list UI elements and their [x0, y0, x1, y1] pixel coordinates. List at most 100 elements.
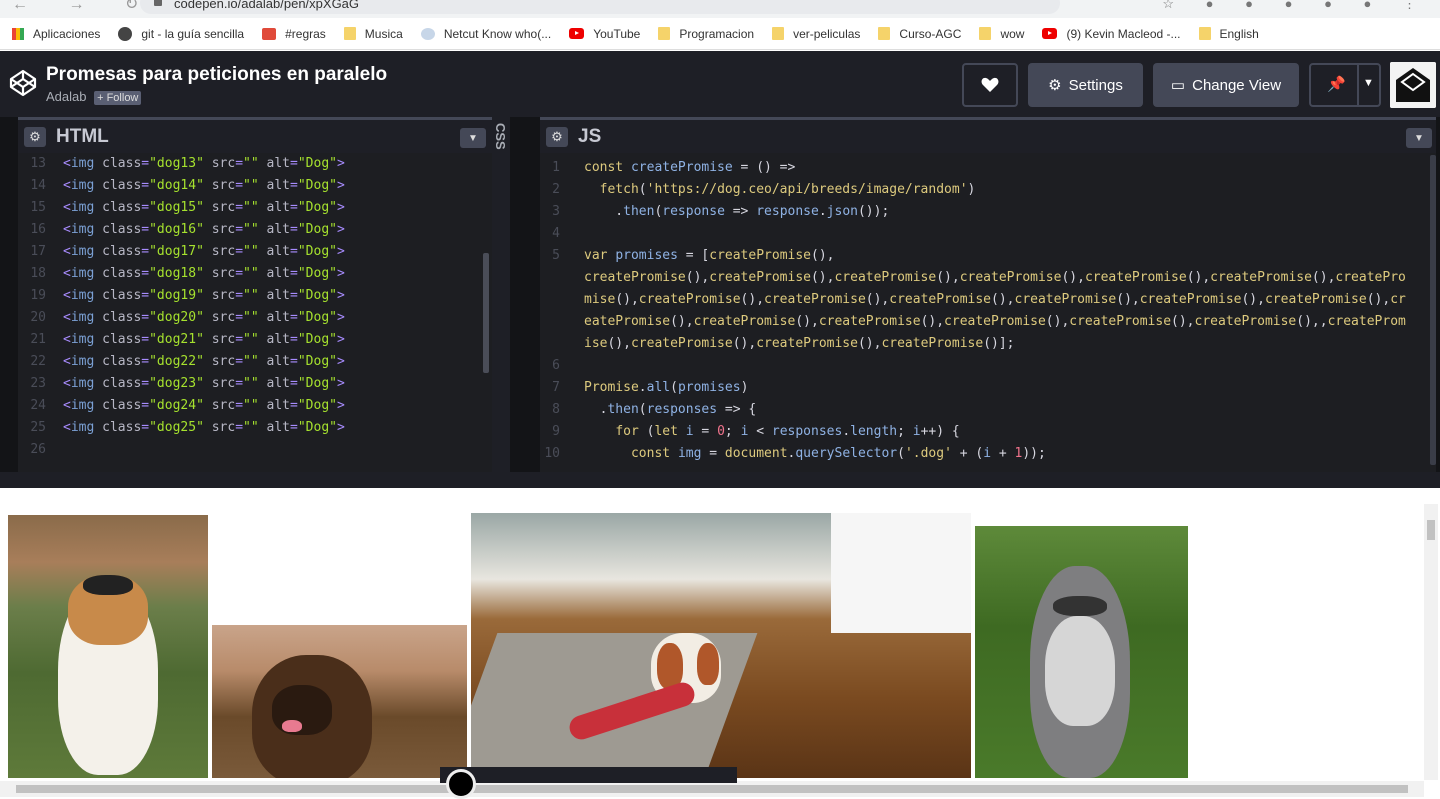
bookmark-item[interactable]: English — [1198, 27, 1259, 41]
js-settings-gear-icon[interactable]: ⚙ — [546, 126, 568, 147]
address-bar[interactable]: codepen.io/adalab/pen/xpXGaG — [140, 0, 1060, 14]
yt-icon — [569, 28, 585, 39]
vertical-scroll-thumb[interactable] — [1427, 520, 1435, 540]
code-line: 10 const img = document.querySelector('.… — [540, 443, 1436, 465]
bookmark-item[interactable]: (9) Kevin Macleod -... — [1042, 27, 1181, 41]
line-number: 24 — [30, 398, 46, 413]
line-number: 25 — [30, 420, 46, 435]
css-editor-collapsed-tab[interactable]: CSS — [492, 117, 510, 472]
heart-button[interactable] — [962, 63, 1018, 107]
bookmark-item[interactable]: #regras — [262, 27, 326, 41]
code-line: 3 .then(response => response.json()); — [540, 201, 1436, 223]
extension-icons[interactable]: ☆ ● ● ● ● ● ⋮ — [1162, 0, 1430, 12]
pin-button[interactable]: 📌 ▼ — [1309, 63, 1381, 107]
code-text: <img class="dog20" src="" alt="Dog"> — [63, 310, 345, 325]
cal-icon — [262, 27, 277, 40]
bookmark-label: wow — [1000, 26, 1025, 41]
line-number: 2 — [552, 182, 560, 197]
folder-icon — [343, 27, 356, 40]
code-text: <img class="dog17" src="" alt="Dog"> — [63, 244, 345, 259]
floating-toolbar[interactable] — [440, 767, 737, 799]
bookmark-item[interactable]: ver-peliculas — [772, 27, 860, 41]
bookmark-label: Curso-AGC — [899, 26, 962, 41]
html-collapse-chevron-icon[interactable]: ▼ — [460, 128, 486, 148]
lock-icon — [154, 0, 162, 6]
line-number: 20 — [30, 310, 46, 325]
line-number: 1 — [552, 160, 560, 175]
line-number: 8 — [552, 402, 560, 417]
bookmark-item[interactable]: wow — [979, 27, 1024, 41]
bookmark-item[interactable]: git - la guía sencilla — [118, 26, 244, 41]
bookmark-item[interactable]: Aplicaciones — [12, 27, 100, 41]
code-line: 16 <img class="dog16" src="" alt="Dog"> — [18, 219, 492, 241]
follow-button[interactable]: + Follow — [94, 91, 142, 105]
line-number: 17 — [30, 244, 46, 259]
line-number: 26 — [30, 442, 46, 457]
code-text: <img class="dog15" src="" alt="Dog"> — [63, 200, 345, 215]
preview-vertical-scrollbar[interactable] — [1424, 504, 1438, 780]
codepen-logo-icon[interactable] — [8, 68, 38, 98]
code-line: 20 <img class="dog20" src="" alt="Dog"> — [18, 307, 492, 329]
change-view-label: Change View — [1192, 76, 1282, 94]
bookmark-item[interactable]: Netcut Know who(... — [420, 26, 552, 41]
code-line: 5 var promises = [createPromise(), — [540, 245, 1436, 267]
pin-divider — [1357, 65, 1359, 105]
settings-button[interactable]: ⚙ Settings — [1028, 63, 1143, 107]
preview-horizontal-scrollbar[interactable] — [0, 781, 1424, 797]
bookmark-item[interactable]: Programacion — [658, 27, 754, 41]
bookmark-item[interactable]: Musica — [343, 26, 403, 41]
js-code-editor[interactable]: 1 const createPromise = () => 2 fetch('htt… — [540, 153, 1436, 472]
code-line: 7 Promise.all(promises) — [540, 377, 1436, 399]
bookmark-label: #regras — [285, 26, 326, 41]
folder-icon — [772, 27, 785, 40]
pin-icon: 📌 — [1327, 76, 1346, 93]
code-line: 8 .then(responses => { — [540, 399, 1436, 421]
code-text: <img class="dog21" src="" alt="Dog"> — [63, 332, 345, 347]
bookmark-label: Musica — [364, 26, 403, 41]
code-text: <img class="dog18" src="" alt="Dog"> — [63, 266, 345, 281]
user-avatar[interactable] — [1390, 62, 1436, 108]
html-settings-gear-icon[interactable]: ⚙ — [24, 126, 46, 147]
code-line: 14 <img class="dog14" src="" alt="Dog"> — [18, 175, 492, 197]
change-view-button[interactable]: ▭ Change View — [1153, 63, 1299, 107]
code-text: <img class="dog16" src="" alt="Dog"> — [63, 222, 345, 237]
codepen-header: Promesas para peticiones en paralelo Ada… — [0, 51, 1440, 117]
code-line: 18 <img class="dog18" src="" alt="Dog"> — [18, 263, 492, 285]
line-number: 6 — [552, 358, 560, 373]
bookmark-label: Netcut Know who(... — [443, 26, 552, 41]
html-code-editor[interactable]: 13 <img class="dog13" src="" alt="Dog"> 14… — [18, 153, 492, 472]
bookmark-item[interactable]: Curso-AGC — [878, 27, 961, 41]
code-line: createPromise(),createPromise(),createPr… — [540, 267, 1436, 289]
dog-image-2 — [212, 625, 467, 778]
code-text: <img class="dog19" src="" alt="Dog"> — [63, 288, 345, 303]
bookmark-item[interactable]: YouTube — [569, 27, 640, 41]
horizontal-scroll-thumb[interactable] — [16, 785, 1408, 793]
code-text: mise(),createPromise(),createPromise(),c… — [584, 292, 1406, 307]
author-name[interactable]: Adalab — [46, 89, 86, 104]
editor-resizer[interactable] — [510, 117, 540, 472]
line-number: 19 — [30, 288, 46, 303]
js-collapse-chevron-icon[interactable]: ▼ — [1406, 128, 1432, 148]
left-gutter — [0, 117, 18, 472]
gear-icon: ⚙ — [1048, 77, 1062, 94]
code-text: .then(responses => { — [584, 402, 757, 417]
bookmarks-bar: Aplicaciones git - la guía sencilla #regra… — [0, 18, 1440, 50]
floating-avatar[interactable] — [446, 769, 476, 799]
browser-toolbar: ← → ↻ ⌂ codepen.io/adalab/pen/xpXGaG ☆ ●… — [0, 0, 1440, 18]
address-text: codepen.io/adalab/pen/xpXGaG — [174, 0, 360, 11]
bookmark-label: Programacion — [679, 26, 755, 41]
code-text: <img class="dog25" src="" alt="Dog"> — [63, 420, 345, 435]
line-number: 21 — [30, 332, 46, 347]
line-number: 7 — [552, 380, 560, 395]
html-editor-header: ⚙ HTML ▼ — [18, 117, 492, 153]
line-number: 18 — [30, 266, 46, 281]
html-editor-title: HTML — [56, 125, 109, 147]
code-text: const img = document.querySelector('.dog… — [630, 446, 1046, 461]
pen-title[interactable]: Promesas para peticiones en paralelo — [46, 64, 387, 86]
code-text: .then(response => response.json()); — [584, 204, 890, 219]
line-number: 14 — [30, 178, 46, 193]
chevron-down-icon[interactable]: ▼ — [1363, 77, 1374, 89]
heart-icon — [981, 77, 999, 92]
folder-icon — [878, 27, 891, 40]
code-line: 17 <img class="dog17" src="" alt="Dog"> — [18, 241, 492, 263]
